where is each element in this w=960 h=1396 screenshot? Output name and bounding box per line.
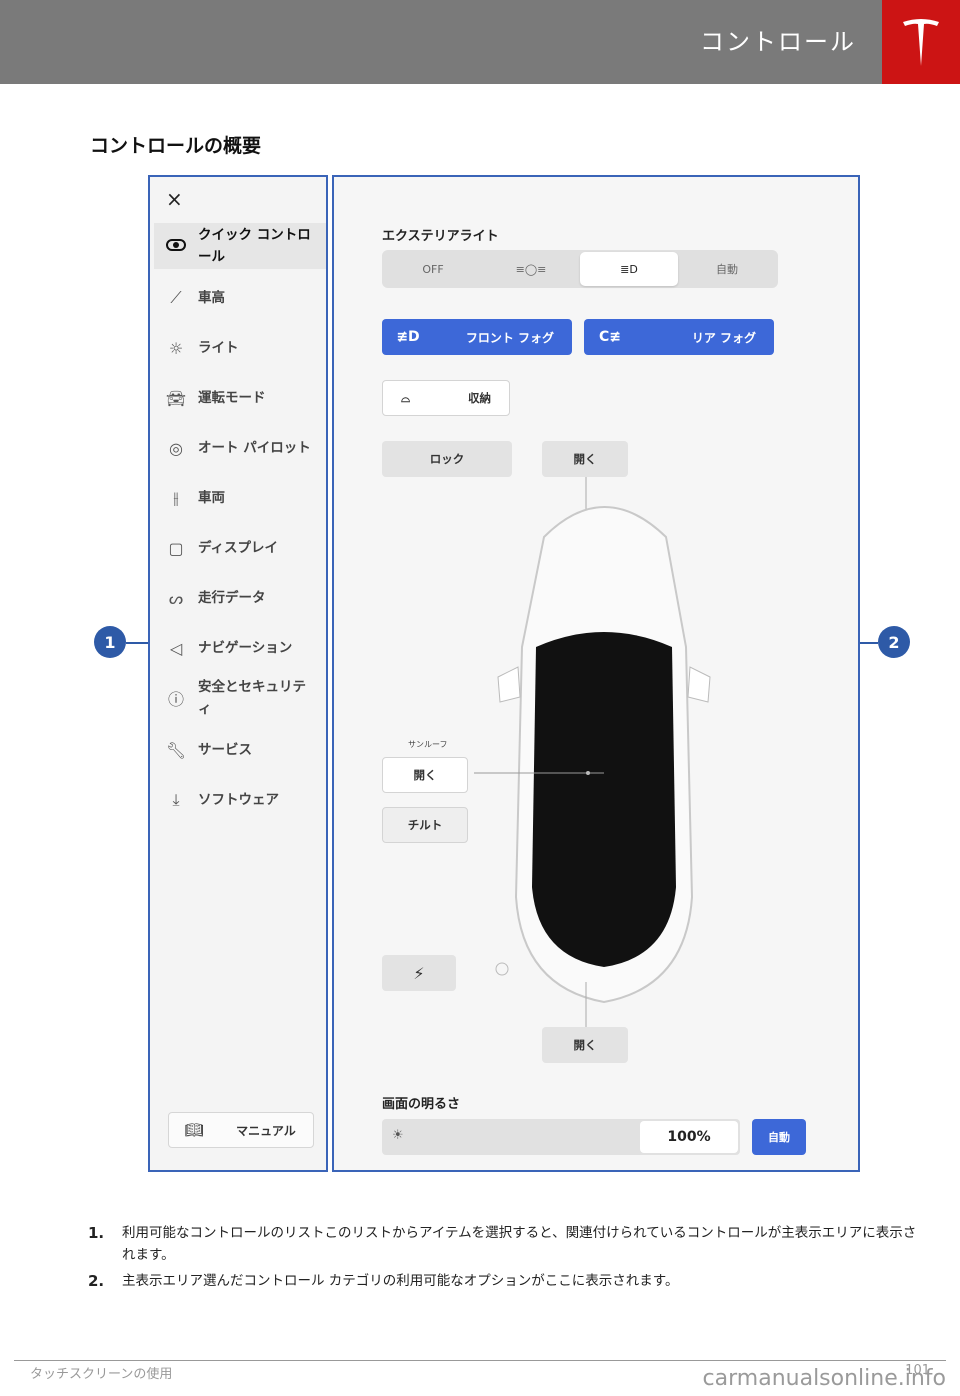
- trunk-open-button[interactable]: 開く: [542, 1027, 628, 1063]
- tesla-logo-icon: [903, 19, 939, 66]
- watermark: carmanualsonline.info: [702, 1366, 946, 1391]
- tesla-logo: [882, 0, 960, 84]
- lightning-icon: ⚡︎: [413, 963, 425, 983]
- sidebar-item-label: ライト: [198, 340, 239, 356]
- alert-icon: ⓘ: [167, 690, 184, 709]
- exterior-lights-selector: OFF ≡◯≡ ≣D 自動: [382, 250, 778, 288]
- footer-section-name: タッチスクリーンの使用: [30, 1367, 173, 1382]
- sidebar-item-ride-height[interactable]: ⟋ 車高: [154, 275, 326, 321]
- mirror-icon: ⌓: [401, 390, 411, 405]
- manual-button[interactable]: 📖︎ マニュアル: [168, 1112, 314, 1148]
- callout-2-line: [860, 642, 878, 644]
- sidebar-item-label: ディスプレイ: [198, 540, 279, 556]
- callout-1-line: [126, 642, 148, 644]
- suspension-icon: ⟋: [170, 288, 182, 307]
- light-option-off[interactable]: OFF: [384, 252, 482, 286]
- sun-icon: ☀︎: [392, 1128, 404, 1143]
- book-icon: 📖︎: [184, 1121, 204, 1139]
- car-top-view-image: [474, 477, 711, 1037]
- toggle-icon: [154, 237, 198, 256]
- rear-fog-icon: C≢: [598, 329, 621, 345]
- brightness-label: 画面の明るさ: [382, 1097, 461, 1112]
- sidebar-item-safety-security[interactable]: ⓘ 安全とセキュリティ: [154, 675, 326, 721]
- frunk-open-button[interactable]: 開く: [542, 441, 628, 477]
- sunroof-label: サンルーフ: [408, 740, 448, 749]
- fold-mirrors-button[interactable]: ⌓ 収納: [382, 380, 510, 416]
- wrench-icon: 🔧︎: [165, 740, 187, 760]
- description-list: 1. 利用可能なコントロールのリストこのリストからアイテムを選択すると、関連付け…: [88, 1222, 918, 1296]
- list-item: 1. 利用可能なコントロールのリストこのリストからアイテムを選択すると、関連付け…: [88, 1224, 917, 1263]
- front-fog-button[interactable]: ≢D フロント フォグ: [382, 319, 572, 355]
- brightness-auto-button[interactable]: 自動: [752, 1119, 806, 1155]
- sidebar-item-trips[interactable]: ᔕ 走行データ: [154, 575, 326, 621]
- sidebar-item-label: 車両: [198, 490, 225, 506]
- light-option-parking[interactable]: ≡◯≡: [482, 252, 580, 286]
- light-icon: ☼: [168, 338, 184, 358]
- car-icon: 🚘︎: [165, 388, 187, 408]
- callout-2: 2: [878, 626, 910, 658]
- callout-1: 1: [94, 626, 126, 658]
- sidebar-item-driving-mode[interactable]: 🚘︎ 運転モード: [154, 375, 326, 421]
- sidebar-item-label: クイック コントロール: [198, 227, 311, 265]
- main-display-area: エクステリアライト OFF ≡◯≡ ≣D 自動 ≢D フロント フォグ C≢ リ…: [332, 175, 860, 1172]
- brightness-value: 100%: [640, 1121, 738, 1153]
- sidebar-item-software[interactable]: ⤓ ソフトウェア: [154, 777, 326, 823]
- sidebar-item-label: 運転モード: [198, 390, 266, 406]
- headlight-icon: ≣D: [620, 262, 638, 276]
- light-option-on[interactable]: ≣D: [580, 252, 678, 286]
- light-option-auto[interactable]: 自動: [678, 252, 776, 286]
- sidebar-item-label: サービス: [198, 742, 252, 758]
- sidebar-item-label: 走行データ: [198, 590, 266, 606]
- steering-wheel-icon: ◎: [169, 438, 183, 458]
- sidebar-item-label: オート パイロット: [198, 440, 311, 456]
- navigation-icon: ◁: [169, 638, 183, 658]
- sidebar-item-service[interactable]: 🔧︎ サービス: [154, 727, 326, 773]
- sidebar-item-lights[interactable]: ☼ ライト: [154, 325, 326, 371]
- trips-icon: ᔕ: [168, 588, 184, 608]
- sidebar-item-label: ソフトウェア: [198, 792, 279, 808]
- footer-divider: [14, 1360, 946, 1361]
- exterior-lights-label: エクステリアライト: [382, 229, 499, 244]
- sidebar-item-label: ナビゲーション: [198, 640, 293, 656]
- section-title: コントロールの概要: [90, 135, 262, 157]
- sidebar-item-label: 安全とセキュリティ: [198, 679, 306, 717]
- sliders-icon: ⫲: [173, 488, 179, 507]
- sidebar-item-display[interactable]: ▢ ディスプレイ: [154, 525, 326, 571]
- charge-port-button[interactable]: ⚡︎: [382, 955, 456, 991]
- sidebar-item-autopilot[interactable]: ◎ オート パイロット: [154, 425, 326, 471]
- front-fog-icon: ≢D: [396, 329, 420, 345]
- controls-sidebar: × クイック コントロール ⟋ 車高 ☼ ライト 🚘︎ 運転モード ◎ オート …: [148, 175, 328, 1172]
- sidebar-item-vehicle[interactable]: ⫲ 車両: [154, 475, 326, 521]
- sunroof-tilt-button[interactable]: チルト: [382, 807, 468, 843]
- sidebar-item-label: 車高: [198, 290, 225, 306]
- sunroof-open-button[interactable]: 開く: [382, 757, 468, 793]
- display-icon: ▢: [168, 538, 184, 558]
- header-title: コントロール: [700, 28, 856, 56]
- close-icon[interactable]: ×: [166, 187, 183, 211]
- lock-button[interactable]: ロック: [382, 441, 512, 477]
- download-icon: ⤓: [172, 790, 180, 809]
- list-item: 2. 主表示エリア選んだコントロール カテゴリの利用可能なオプションがここに表示…: [88, 1272, 679, 1290]
- sidebar-item-navigation[interactable]: ◁ ナビゲーション: [154, 625, 326, 671]
- parking-light-icon: ≡◯≡: [515, 262, 547, 276]
- header-bar: コントロール: [0, 0, 960, 84]
- brightness-slider[interactable]: ☀︎ 100%: [382, 1119, 740, 1155]
- sidebar-item-quick-controls[interactable]: クイック コントロール: [154, 223, 326, 269]
- rear-fog-button[interactable]: C≢ リア フォグ: [584, 319, 774, 355]
